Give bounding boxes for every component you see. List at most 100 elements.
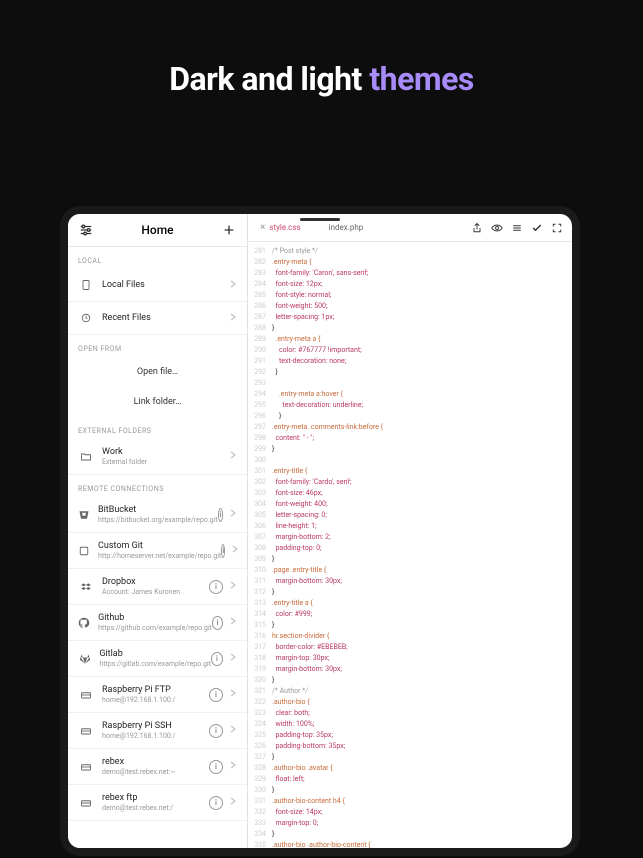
remote-connection-item[interactable]: Githubhttps://github.com/example/repo.gi… — [68, 605, 247, 641]
info-icon[interactable]: i — [218, 508, 223, 522]
line-number: 297 — [248, 422, 272, 433]
code-line: 304 font-weight: 400; — [248, 499, 572, 510]
close-icon[interactable]: × — [260, 222, 265, 233]
item-sub: https://bitbucket.org/example/repo.git — [98, 516, 218, 524]
info-icon[interactable]: i — [209, 796, 223, 810]
line-number: 320 — [248, 675, 272, 686]
settings-icon[interactable] — [78, 222, 94, 238]
external-folder-item[interactable]: WorkExternal folder — [68, 439, 247, 475]
code-line: 331.author-bio-content h4 { — [248, 796, 572, 807]
menu-icon[interactable] — [510, 221, 524, 235]
expand-icon[interactable] — [550, 221, 564, 235]
connection-icon — [78, 723, 94, 739]
line-number: 289 — [248, 334, 272, 345]
line-number: 281 — [248, 246, 272, 257]
line-content: margin-top: 0; — [272, 818, 572, 829]
open-from-item[interactable]: Link folder… — [68, 387, 247, 417]
line-content: font-size: 12px; — [272, 279, 572, 290]
line-number: 327 — [248, 752, 272, 763]
item-title: BitBucket — [98, 505, 218, 515]
line-content — [272, 378, 572, 389]
remote-connection-item[interactable]: Raspberry Pi FTPhome@192.168.1.100:/ i — [68, 677, 247, 713]
connection-icon — [78, 687, 94, 703]
code-line: 303 font-size: 46px; — [248, 488, 572, 499]
remote-connection-item[interactable]: Custom Githttp://homeserver.net/example/… — [68, 533, 247, 569]
remote-connection-item[interactable]: Raspberry Pi SSHhome@192.168.1.100:/ i — [68, 713, 247, 749]
line-number: 306 — [248, 521, 272, 532]
line-content: padding-top: 0; — [272, 543, 572, 554]
line-content: font-style: normal; — [272, 290, 572, 301]
section-label-local: LOCAL — [68, 247, 247, 269]
item-title: Raspberry Pi SSH — [102, 721, 209, 731]
line-number: 316 — [248, 631, 272, 642]
line-number: 307 — [248, 532, 272, 543]
remote-connection-item[interactable]: rebex ftpdemo@test.rebex.net:/ i — [68, 785, 247, 821]
item-sub: Account: James Kuronen — [102, 588, 209, 596]
code-line: 320} — [248, 675, 572, 686]
code-line: 335.author-bio .author-bio-content { — [248, 840, 572, 848]
code-line: 294 .entry-meta a:hover { — [248, 389, 572, 400]
code-line: 282.entry-meta { — [248, 257, 572, 268]
info-icon[interactable]: i — [209, 688, 223, 702]
line-number: 282 — [248, 257, 272, 268]
open-from-item[interactable]: Open file… — [68, 357, 247, 387]
code-line: 288} — [248, 323, 572, 334]
line-content: color: #767777 !important; — [272, 345, 572, 356]
code-line: 328.author-bio .avatar { — [248, 763, 572, 774]
chevron-right-icon — [229, 761, 237, 772]
info-icon[interactable]: i — [209, 760, 223, 774]
code-editor[interactable]: 281/* Post style */282.entry-meta {283 f… — [248, 242, 572, 848]
code-line: 318 margin-top: 30px; — [248, 653, 572, 664]
item-sub: http://homeserver.net/example/repo.git — [98, 552, 221, 560]
code-line: 287 letter-spacing: 1px; — [248, 312, 572, 323]
line-content: color: #999; — [272, 609, 572, 620]
eye-icon[interactable] — [490, 221, 504, 235]
info-icon[interactable]: i — [209, 724, 223, 738]
line-number: 304 — [248, 499, 272, 510]
remote-connection-item[interactable]: Gitlabhttps://gitlab.com/example/repo.gi… — [68, 641, 247, 677]
local-item[interactable]: Recent Files — [68, 302, 247, 335]
local-item[interactable]: Local Files — [68, 269, 247, 302]
remote-connection-item[interactable]: rebexdemo@test.rebex.net:~ i — [68, 749, 247, 785]
code-line: 286 font-weight: 500; — [248, 301, 572, 312]
tab-label: index.php — [329, 223, 364, 232]
connection-icon — [78, 507, 90, 523]
line-number: 302 — [248, 477, 272, 488]
remote-connection-item[interactable]: BitBuckethttps://bitbucket.org/example/r… — [68, 497, 247, 533]
item-title: Work — [102, 447, 229, 457]
line-content: } — [272, 587, 572, 598]
tab-label: style.css — [269, 223, 300, 232]
code-line: 329 float: left; — [248, 774, 572, 785]
connection-icon — [78, 759, 94, 775]
line-content: clear: both; — [272, 708, 572, 719]
line-number: 328 — [248, 763, 272, 774]
code-line: 323 clear: both; — [248, 708, 572, 719]
editor-tab[interactable]: × style.css — [256, 220, 305, 235]
line-content: .entry-meta a { — [272, 334, 572, 345]
line-number: 308 — [248, 543, 272, 554]
code-line: 306 line-height: 1; — [248, 521, 572, 532]
line-number: 330 — [248, 785, 272, 796]
line-number: 335 — [248, 840, 272, 848]
code-line: 284 font-size: 12px; — [248, 279, 572, 290]
info-icon[interactable]: i — [221, 544, 225, 558]
line-content: border-color: #EBEBEB; — [272, 642, 572, 653]
item-title: Github — [98, 613, 212, 623]
remote-connection-item[interactable]: DropboxAccount: James Kuronen i — [68, 569, 247, 605]
line-number: 311 — [248, 576, 272, 587]
code-line: 310.page .entry-title { — [248, 565, 572, 576]
share-icon[interactable] — [470, 221, 484, 235]
chevron-right-icon — [229, 581, 237, 592]
info-icon[interactable]: i — [209, 580, 223, 594]
add-icon[interactable] — [221, 222, 237, 238]
info-icon[interactable]: i — [211, 652, 223, 666]
editor-tab[interactable]: index.php — [325, 221, 368, 234]
line-content: } — [272, 752, 572, 763]
connection-icon — [78, 651, 91, 667]
check-icon[interactable] — [530, 221, 544, 235]
line-content: /* Post style */ — [272, 246, 572, 257]
info-icon[interactable]: i — [212, 616, 223, 630]
code-line: 311 margin-bottom: 30px; — [248, 576, 572, 587]
line-content: } — [272, 785, 572, 796]
chevron-right-icon — [229, 280, 237, 291]
